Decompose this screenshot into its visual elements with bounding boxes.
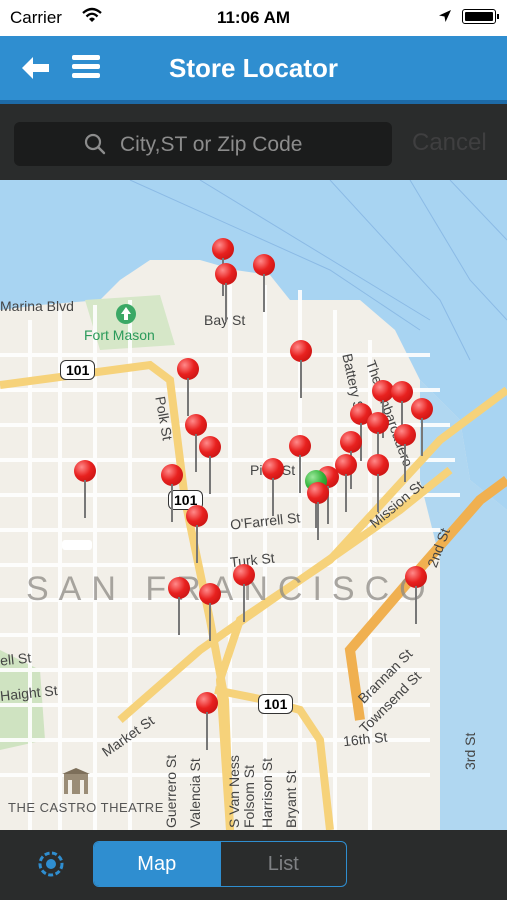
street-label: 3rd St bbox=[462, 732, 478, 770]
store-pin[interactable] bbox=[262, 458, 284, 518]
map-view[interactable]: Fort Mason SAN FRANCISCO Bay St Marina B… bbox=[0, 180, 507, 830]
store-pin[interactable] bbox=[215, 263, 237, 323]
store-pin[interactable] bbox=[161, 464, 183, 524]
store-pin[interactable] bbox=[394, 424, 416, 484]
store-pin[interactable] bbox=[186, 505, 208, 565]
city-label: SAN FRANCISCO bbox=[26, 570, 436, 608]
search-input[interactable]: City,ST or Zip Code bbox=[14, 122, 392, 166]
highway-shield: 101 bbox=[258, 694, 294, 714]
theatre-icon bbox=[62, 768, 90, 794]
tab-map[interactable]: Map bbox=[94, 842, 220, 886]
store-pin[interactable] bbox=[74, 460, 96, 520]
store-pin[interactable] bbox=[199, 436, 221, 496]
battery-icon bbox=[462, 9, 499, 24]
street-label: Folsom St bbox=[241, 764, 257, 828]
cancel-button[interactable]: Cancel bbox=[412, 129, 487, 157]
status-bar: Carrier 11:06 AM bbox=[0, 0, 507, 36]
street-label: S Van Ness bbox=[226, 755, 242, 828]
settings-icon[interactable] bbox=[36, 849, 66, 879]
map-list-toggle[interactable]: Map List bbox=[93, 841, 347, 887]
bottom-toolbar: Map List bbox=[0, 830, 507, 900]
navigation-bar: Store Locator bbox=[0, 36, 507, 104]
tab-list[interactable]: List bbox=[219, 842, 347, 886]
store-pin[interactable] bbox=[199, 583, 221, 643]
store-pin[interactable] bbox=[196, 692, 218, 752]
landmark-label: THE CASTRO THEATRE bbox=[8, 800, 164, 815]
location-arrow-icon bbox=[439, 10, 451, 22]
park-icon bbox=[116, 304, 136, 324]
page-title: Store Locator bbox=[168, 53, 339, 83]
search-placeholder: City,ST or Zip Code bbox=[120, 133, 303, 156]
store-pin[interactable] bbox=[367, 454, 389, 514]
street-label: ell St bbox=[0, 649, 32, 669]
street-label: Guerrero St bbox=[163, 754, 179, 828]
store-pin[interactable] bbox=[253, 254, 275, 314]
store-pin[interactable] bbox=[290, 340, 312, 400]
street-label: Valencia St bbox=[187, 758, 203, 828]
street-label: Bryant St bbox=[283, 770, 299, 828]
store-pin[interactable] bbox=[177, 358, 199, 418]
store-pin[interactable] bbox=[307, 482, 329, 542]
search-icon bbox=[84, 133, 106, 155]
poi-label: Fort Mason bbox=[84, 327, 155, 343]
clock: 11:06 AM bbox=[216, 8, 291, 27]
store-pin[interactable] bbox=[233, 564, 255, 624]
store-pin[interactable] bbox=[405, 566, 427, 626]
highway-shield: 101 bbox=[60, 360, 96, 380]
street-label: Marina Blvd bbox=[0, 298, 74, 314]
store-pin[interactable] bbox=[168, 577, 190, 637]
street-label: Harrison St bbox=[259, 757, 275, 828]
